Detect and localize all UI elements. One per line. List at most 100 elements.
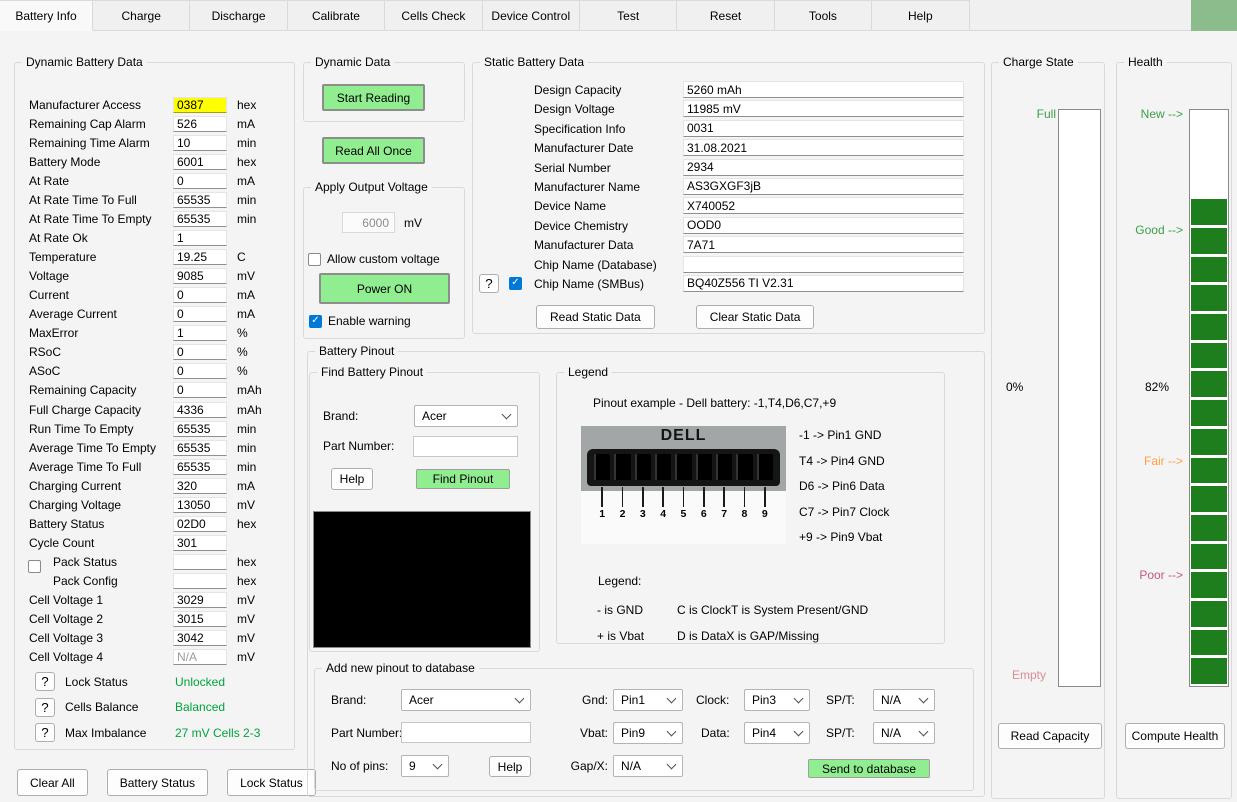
value-input[interactable]: OOD0	[683, 216, 964, 234]
value-input[interactable]: 1	[173, 325, 227, 342]
tab[interactable]: Test	[579, 0, 678, 31]
part-number-input[interactable]	[401, 722, 531, 743]
value-input[interactable]	[173, 554, 227, 571]
tab[interactable]: Battery Info	[0, 0, 93, 31]
tab[interactable]: Tools	[774, 0, 873, 31]
read-capacity-button[interactable]: Read Capacity	[998, 723, 1102, 749]
help-button[interactable]: Help	[331, 468, 373, 490]
question-mark-icon[interactable]: ?	[35, 672, 55, 692]
spt-pin-select-2[interactable]: N/A	[873, 722, 935, 744]
value-input[interactable]: 11985 mV	[683, 100, 964, 118]
value-input[interactable]: 0	[173, 363, 227, 380]
value-input[interactable]: 0387	[173, 96, 227, 113]
value-input[interactable]: 19.25	[173, 249, 227, 266]
value-input[interactable]: BQ40Z556 TI V2.31	[683, 274, 964, 292]
clock-pin-select[interactable]: Pin3	[744, 689, 810, 711]
send-to-database-button[interactable]: Send to database	[808, 759, 930, 778]
footer-button[interactable]: Battery Status	[106, 769, 209, 796]
value-input[interactable]: 0	[173, 306, 227, 323]
row-label: Remaining Cap Alarm	[29, 116, 146, 131]
pin-marker: 4	[653, 487, 673, 527]
value-input[interactable]: 13050	[173, 496, 227, 513]
part-number-input[interactable]	[413, 436, 518, 457]
value-input[interactable]: 65535	[173, 420, 227, 437]
gapx-pin-select[interactable]: N/A	[613, 755, 683, 777]
value-input[interactable]: 526	[173, 115, 227, 132]
value-input[interactable]: 65535	[173, 191, 227, 208]
value-input[interactable]: 02D0	[173, 515, 227, 532]
brand-select[interactable]: Acer	[401, 689, 531, 711]
health-bar-segment	[1191, 256, 1227, 283]
value-input[interactable]: 301	[173, 534, 227, 551]
value-input[interactable]: 3015	[173, 611, 227, 628]
question-mark-icon[interactable]: ?	[35, 723, 55, 743]
spt2-selected-value: N/A	[881, 726, 902, 740]
value-input[interactable]: 9085	[173, 268, 227, 285]
enable-warning-checkbox[interactable]	[309, 314, 322, 328]
no-of-pins-select[interactable]: 9	[401, 755, 449, 777]
tab[interactable]: Help	[872, 0, 970, 31]
value-input[interactable]	[683, 255, 964, 273]
find-pinout-button[interactable]: Find Pinout	[416, 469, 510, 489]
value-input[interactable]: X740052	[683, 197, 964, 215]
new-label: New -->	[1140, 107, 1183, 121]
value-input[interactable]: 4336	[173, 401, 227, 418]
value-input[interactable]: 0	[173, 287, 227, 304]
read-all-once-button[interactable]: Read All Once	[322, 137, 425, 164]
value-input[interactable]: 10	[173, 134, 227, 151]
brand-select[interactable]: Acer	[414, 405, 518, 427]
value-input[interactable]: 0	[173, 382, 227, 399]
value-input[interactable]: 0	[173, 172, 227, 189]
static-data-button[interactable]: Read Static Data	[536, 305, 655, 329]
value-input[interactable]: 3029	[173, 592, 227, 609]
compute-health-button[interactable]: Compute Health	[1125, 723, 1225, 749]
charge-state-group: Charge State Full 0% Empty Read Capacity	[991, 55, 1105, 799]
value-input[interactable]: 5260 mAh	[683, 81, 964, 98]
value-input[interactable]: 65535	[173, 439, 227, 456]
group-title: Charge State	[999, 55, 1078, 70]
allow-custom-voltage-checkbox[interactable]	[308, 252, 321, 266]
value-input[interactable]: 0031	[683, 119, 964, 137]
value-input[interactable]: AS3GXGF3jB	[683, 177, 964, 195]
pack-status-checkbox[interactable]	[28, 560, 41, 573]
static-data-button[interactable]: Clear Static Data	[695, 305, 815, 329]
tab[interactable]: Discharge	[190, 0, 288, 31]
tab[interactable]: Charge	[93, 0, 191, 31]
vbat-pin-select[interactable]: Pin9	[613, 722, 683, 744]
power-on-button[interactable]: Power ON	[319, 273, 450, 304]
question-mark-icon[interactable]: ?	[35, 697, 55, 717]
tab[interactable]: Cells Check	[385, 0, 483, 31]
value-input[interactable]: 31.08.2021	[683, 139, 964, 157]
chip-name-checkbox[interactable]	[509, 276, 522, 290]
value-input[interactable]: 0	[173, 344, 227, 361]
spt1-selected-value: N/A	[881, 693, 902, 707]
value-input[interactable]: 320	[173, 477, 227, 494]
row-unit: C	[237, 250, 246, 265]
gnd-pin-select[interactable]: Pin1	[613, 689, 683, 711]
allow-custom-voltage-option[interactable]: Allow custom voltage	[308, 252, 440, 266]
row-label: Specification Info	[534, 121, 626, 136]
value-input[interactable]: 7A71	[683, 236, 964, 254]
value-input[interactable]: 65535	[173, 210, 227, 227]
spt-label: SP/T:	[826, 726, 855, 740]
question-mark-icon[interactable]: ?	[479, 273, 499, 293]
tab[interactable]: Calibrate	[287, 0, 386, 31]
spt-pin-select-1[interactable]: N/A	[873, 689, 935, 711]
enable-warning-option[interactable]: Enable warning	[309, 314, 411, 328]
value-input[interactable]: 65535	[173, 458, 227, 475]
data-pin-select[interactable]: Pin4	[744, 722, 810, 744]
tab-label: Reset	[709, 8, 742, 23]
value-input[interactable]: 1	[173, 229, 227, 246]
value-input[interactable]: 6001	[173, 153, 227, 170]
value-input[interactable]: 2934	[683, 158, 964, 176]
help-button[interactable]: Help	[489, 756, 531, 777]
value-input[interactable]: N/A	[173, 649, 227, 666]
start-reading-button[interactable]: Start Reading	[322, 84, 425, 111]
value-input[interactable]: 3042	[173, 630, 227, 647]
tab[interactable]: Reset	[677, 0, 775, 31]
output-voltage-input[interactable]: 6000	[342, 212, 395, 233]
value-input[interactable]	[173, 573, 227, 590]
tab[interactable]: Device Control	[482, 0, 580, 31]
footer-button[interactable]: Lock Status	[227, 769, 316, 796]
footer-button[interactable]: Clear All	[17, 769, 88, 796]
